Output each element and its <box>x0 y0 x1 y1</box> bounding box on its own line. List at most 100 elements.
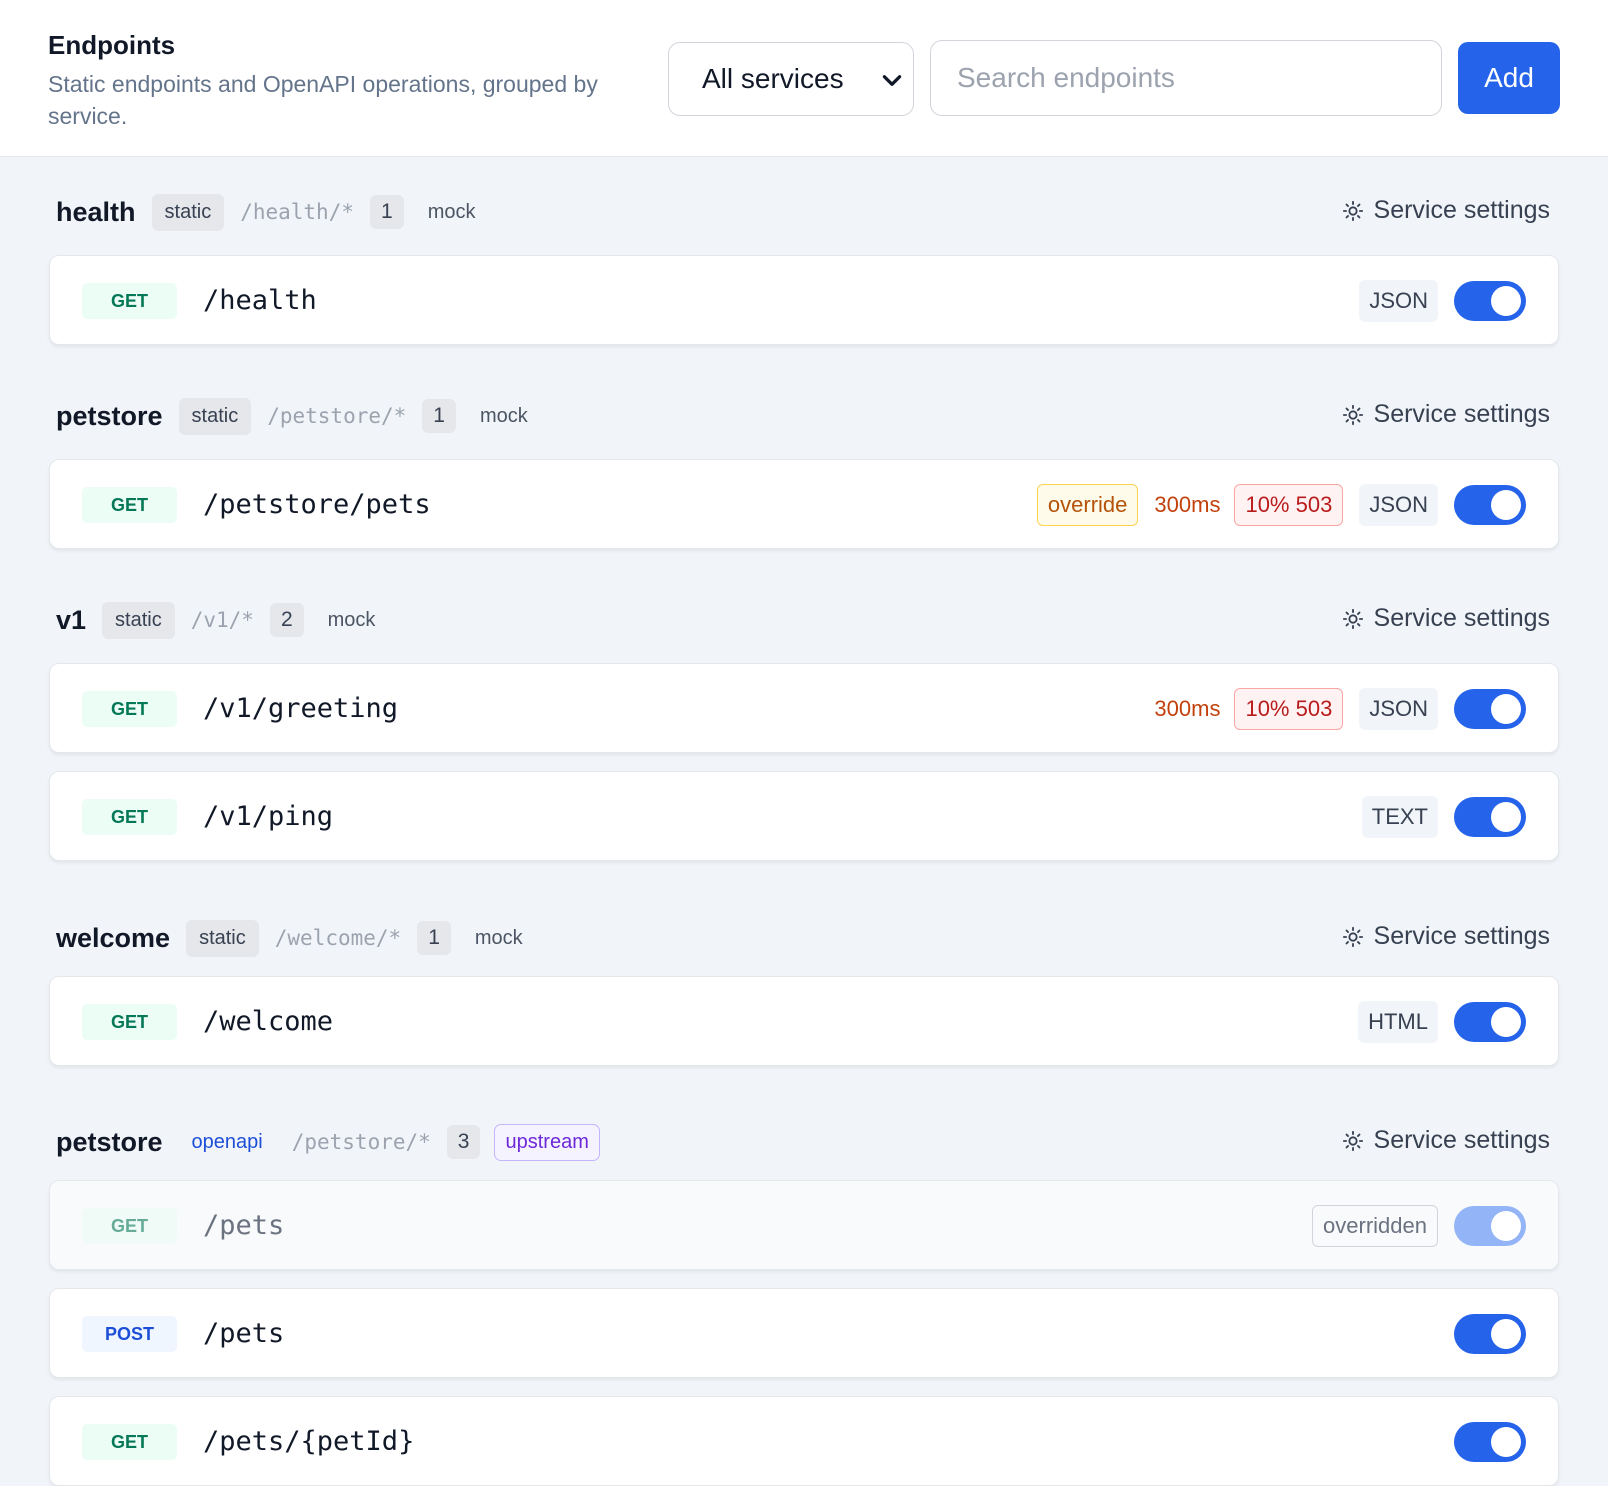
enabled-toggle[interactable] <box>1454 797 1526 837</box>
format-badge: JSON <box>1359 484 1438 526</box>
endpoint-count-badge: 2 <box>269 603 304 637</box>
endpoint-row[interactable]: POST /pets <box>49 1288 1559 1378</box>
gear-icon <box>1342 608 1363 629</box>
endpoint-path: /petstore/pets <box>203 489 431 520</box>
error-rate-badge: 10% 503 <box>1234 688 1344 730</box>
page-subtitle: Static endpoints and OpenAPI operations,… <box>48 71 598 129</box>
service-mode: mock <box>474 926 523 949</box>
method-badge: GET <box>82 487 177 523</box>
enabled-toggle[interactable] <box>1454 1002 1526 1042</box>
service-kind-badge: static <box>151 193 225 231</box>
method-badge: POST <box>82 1316 177 1352</box>
toggle-knob <box>1491 490 1521 520</box>
toggle-knob <box>1491 694 1521 724</box>
enabled-toggle[interactable] <box>1454 485 1526 525</box>
gear-icon <box>1342 200 1363 221</box>
method-badge: GET <box>82 799 177 835</box>
endpoint-count-badge: 3 <box>446 1125 481 1159</box>
service-filter-value: All services <box>702 63 844 94</box>
service-name: health <box>56 196 136 227</box>
error-rate-badge: 10% 503 <box>1234 484 1344 526</box>
endpoint-path: /v1/greeting <box>203 693 399 724</box>
endpoint-count-badge: 1 <box>422 399 456 433</box>
endpoint-path: /v1/ping <box>203 801 334 832</box>
search-input[interactable] <box>930 40 1442 116</box>
endpoint-path: /pets/{petId} <box>203 1426 415 1457</box>
service-settings-button[interactable]: Service settings <box>1342 400 1550 429</box>
toggle-knob <box>1491 1427 1521 1457</box>
service-prefix: /health/* <box>240 200 354 224</box>
format-badge: HTML <box>1358 1001 1438 1043</box>
method-badge: GET <box>82 1208 177 1244</box>
service-settings-button[interactable]: Service settings <box>1342 196 1550 225</box>
enabled-toggle[interactable] <box>1454 1314 1526 1354</box>
endpoint-row[interactable]: GET /pets/{petId} <box>49 1396 1559 1486</box>
format-badge: JSON <box>1359 280 1438 322</box>
service-mode-badge: upstream <box>494 1123 600 1161</box>
enabled-toggle[interactable] <box>1454 1206 1526 1246</box>
service-name: petstore <box>56 1126 163 1157</box>
service-group-header: health static /health/* 1 mock Service s… <box>56 192 1552 232</box>
service-settings-button[interactable]: Service settings <box>1342 1126 1550 1155</box>
service-settings-label: Service settings <box>1373 922 1550 950</box>
service-name: v1 <box>56 604 87 635</box>
endpoint-path: /health <box>203 285 317 316</box>
service-name: welcome <box>56 922 171 953</box>
overridden-badge: overridden <box>1312 1205 1438 1247</box>
service-prefix: /petstore/* <box>291 1130 431 1154</box>
latency-badge: 300ms <box>1154 492 1221 517</box>
method-badge: GET <box>82 691 177 727</box>
service-prefix: /petstore/* <box>267 404 407 428</box>
override-badge: override <box>1036 484 1139 526</box>
method-badge: GET <box>82 1424 177 1460</box>
endpoint-row[interactable]: GET /pets overridden <box>49 1180 1559 1270</box>
service-settings-label: Service settings <box>1373 1126 1550 1154</box>
endpoint-path: /pets <box>203 1210 285 1241</box>
service-kind-badge: static <box>178 397 252 435</box>
latency-badge: 300ms <box>1154 696 1221 721</box>
toggle-knob <box>1491 1007 1521 1037</box>
gear-icon <box>1342 404 1363 425</box>
endpoint-count-badge: 1 <box>370 195 404 229</box>
service-kind-badge: static <box>102 601 175 639</box>
gear-icon <box>1342 1130 1363 1151</box>
service-filter-select[interactable]: All services <box>668 42 914 116</box>
toggle-knob <box>1491 1211 1521 1241</box>
enabled-toggle[interactable] <box>1454 1422 1526 1462</box>
toggle-knob <box>1491 286 1521 316</box>
enabled-toggle[interactable] <box>1454 281 1526 321</box>
service-prefix: /v1/* <box>190 608 254 632</box>
endpoint-row[interactable]: GET /petstore/pets override 300ms 10% 50… <box>49 459 1559 549</box>
method-badge: GET <box>82 283 177 319</box>
service-settings-label: Service settings <box>1373 196 1550 224</box>
method-badge: GET <box>82 1004 177 1040</box>
page-title: Endpoints <box>48 30 176 60</box>
format-badge: JSON <box>1359 688 1438 730</box>
service-settings-label: Service settings <box>1373 400 1550 428</box>
service-kind-badge: static <box>186 919 259 957</box>
endpoint-row[interactable]: GET /health JSON <box>49 255 1559 345</box>
service-group-header: v1 static /v1/* 2 mock Service settings <box>56 600 1552 640</box>
add-button[interactable]: Add <box>1458 42 1560 114</box>
endpoint-row[interactable]: GET /welcome HTML <box>49 976 1559 1066</box>
service-group-header: petstore openapi /petstore/* 3 upstream … <box>56 1122 1552 1162</box>
service-prefix: /welcome/* <box>274 926 402 950</box>
gear-icon <box>1342 926 1363 947</box>
service-settings-button[interactable]: Service settings <box>1342 604 1550 633</box>
service-group-header: petstore static /petstore/* 1 mock Servi… <box>56 396 1552 436</box>
service-mode: mock <box>327 608 376 631</box>
service-mode: mock <box>479 404 528 427</box>
toggle-knob <box>1491 1319 1521 1349</box>
endpoint-row[interactable]: GET /v1/ping TEXT <box>49 771 1559 861</box>
page-header: Endpoints Static endpoints and OpenAPI o… <box>0 0 1608 157</box>
endpoint-row[interactable]: GET /v1/greeting 300ms 10% 503 JSON <box>49 663 1559 753</box>
service-settings-button[interactable]: Service settings <box>1342 922 1550 951</box>
service-name: petstore <box>56 400 163 431</box>
endpoint-path: /pets <box>203 1318 285 1349</box>
endpoint-path: /welcome <box>203 1006 334 1037</box>
title-block: Endpoints Static endpoints and OpenAPI o… <box>48 28 648 132</box>
format-badge: TEXT <box>1361 796 1438 838</box>
service-group-header: welcome static /welcome/* 1 mock Service… <box>56 918 1552 958</box>
endpoint-count-badge: 1 <box>417 921 451 955</box>
enabled-toggle[interactable] <box>1454 689 1526 729</box>
